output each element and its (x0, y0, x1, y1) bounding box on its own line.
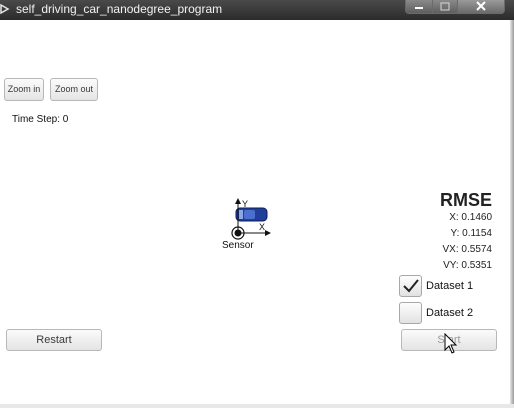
minimize-button[interactable] (405, 0, 433, 14)
window-bottom-border (0, 404, 514, 408)
zoom-out-button[interactable]: Zoom out (50, 78, 98, 101)
dataset-2-checkbox[interactable] (399, 302, 422, 324)
rmse-y-value: Y: 0.1154 (450, 228, 492, 239)
window-right-border (510, 20, 514, 408)
axis-x-label: X (259, 222, 265, 232)
simulation-scene: Y X (231, 198, 271, 240)
minimize-icon (415, 7, 423, 9)
zoom-in-button[interactable]: Zoom in (4, 78, 44, 101)
close-button[interactable] (457, 0, 505, 14)
sensor-label: Sensor (222, 240, 254, 251)
car-icon (235, 207, 268, 222)
dataset-2-label[interactable]: Dataset 2 (426, 307, 473, 319)
rmse-vx-value: VX: 0.5574 (442, 244, 492, 255)
rmse-x-value: X: 0.1460 (449, 212, 492, 223)
unity-app-icon (0, 3, 10, 15)
rmse-vy-value: VY: 0.5351 (443, 260, 492, 271)
checkmark-icon (403, 279, 419, 293)
rmse-title: RMSE (439, 190, 492, 210)
dataset-1-label[interactable]: Dataset 1 (426, 280, 473, 292)
time-step-label: Time Step: 0 (12, 114, 69, 125)
close-icon (476, 1, 486, 11)
window-title: self_driving_car_nanodegree_program (16, 2, 223, 16)
maximize-icon (440, 2, 450, 11)
mouse-cursor-icon (444, 333, 458, 354)
restart-button[interactable]: Restart (6, 329, 102, 351)
axis-y-label: Y (242, 199, 248, 209)
maximize-button[interactable] (432, 0, 458, 14)
title-bar[interactable]: self_driving_car_nanodegree_program (0, 0, 514, 20)
dataset-1-checkbox[interactable] (399, 275, 422, 297)
